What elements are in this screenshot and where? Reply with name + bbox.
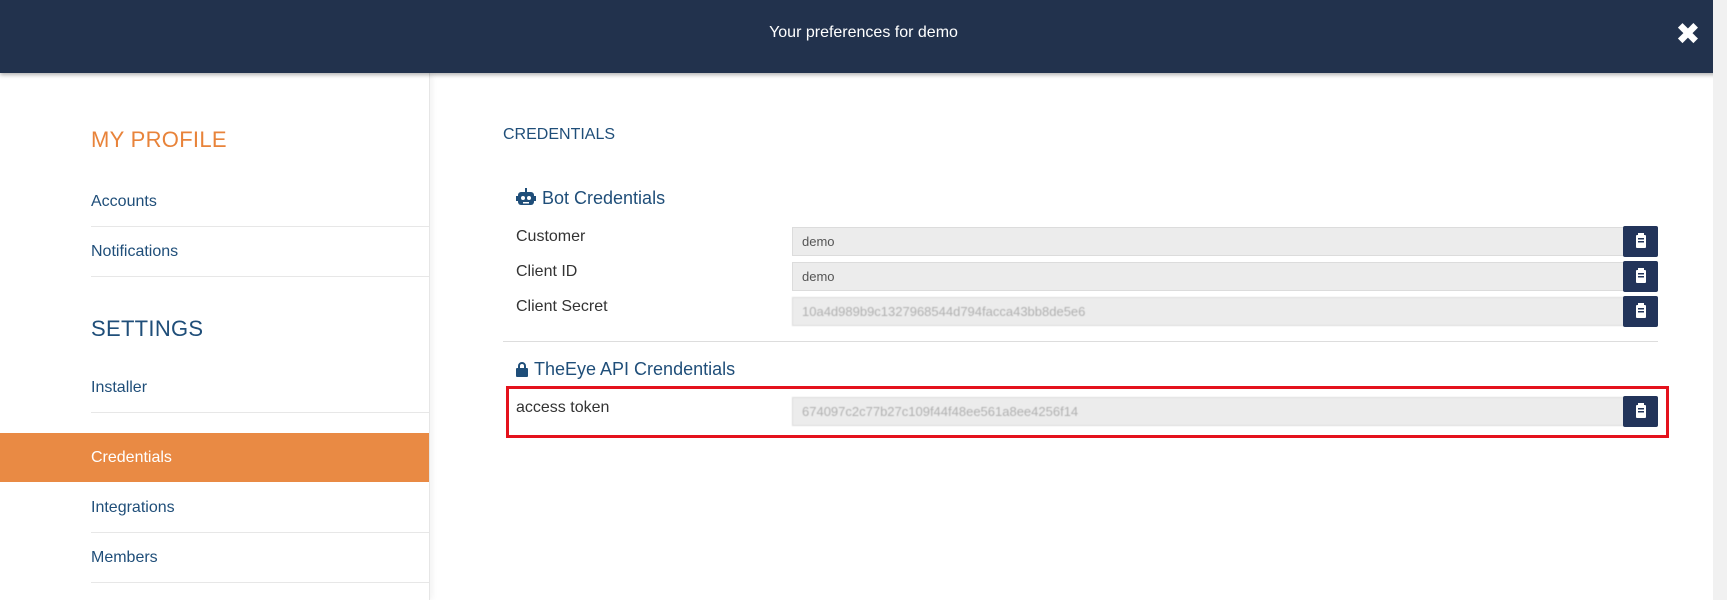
client-id-field[interactable]: demo xyxy=(792,262,1625,291)
settings-heading: SETTINGS xyxy=(91,316,204,341)
sidebar-item-credentials[interactable]: Credentials xyxy=(0,433,429,482)
sidebar: MY PROFILE Accounts Notifications SETTIN… xyxy=(0,73,430,600)
my-profile-heading: MY PROFILE xyxy=(91,127,227,152)
client-secret-field[interactable]: 10a4d989b9c1327968544d794facca43bb8de5e6 xyxy=(792,297,1625,326)
sidebar-item-accounts[interactable]: Accounts xyxy=(91,177,429,227)
scrollbar[interactable] xyxy=(1713,0,1727,600)
copy-client-id-button[interactable] xyxy=(1623,261,1658,292)
highlight-box xyxy=(506,386,1669,438)
lock-icon xyxy=(516,361,528,382)
copy-client-secret-button[interactable] xyxy=(1623,296,1658,327)
dialog-title: Your preferences for demo xyxy=(769,24,958,41)
robot-icon xyxy=(516,188,536,211)
bot-credentials-title: Bot Credentials xyxy=(542,188,666,208)
page-title: CREDENTIALS xyxy=(503,126,616,143)
customer-label: Customer xyxy=(516,228,586,245)
sidebar-item-notifications[interactable]: Notifications xyxy=(91,227,429,277)
client-id-label: Client ID xyxy=(516,263,578,280)
header-bar: Your preferences for demo ✖ xyxy=(0,0,1727,73)
copy-customer-button[interactable] xyxy=(1623,226,1658,257)
sidebar-item-installer[interactable]: Installer xyxy=(91,363,429,413)
clipboard-icon xyxy=(1636,268,1646,283)
clipboard-icon xyxy=(1636,303,1646,318)
client-secret-label: Client Secret xyxy=(516,298,608,315)
api-credentials-heading: TheEye API Crendentials xyxy=(516,359,735,382)
close-icon[interactable]: ✖ xyxy=(1673,20,1703,50)
customer-field[interactable]: demo xyxy=(792,227,1625,256)
clipboard-icon xyxy=(1636,233,1646,248)
api-credentials-title: TheEye API Crendentials xyxy=(534,359,736,379)
bot-credentials-heading: Bot Credentials xyxy=(516,188,665,211)
section-divider xyxy=(503,341,1658,342)
sidebar-item-members[interactable]: Members xyxy=(91,533,429,583)
sidebar-item-integrations[interactable]: Integrations xyxy=(91,483,429,533)
